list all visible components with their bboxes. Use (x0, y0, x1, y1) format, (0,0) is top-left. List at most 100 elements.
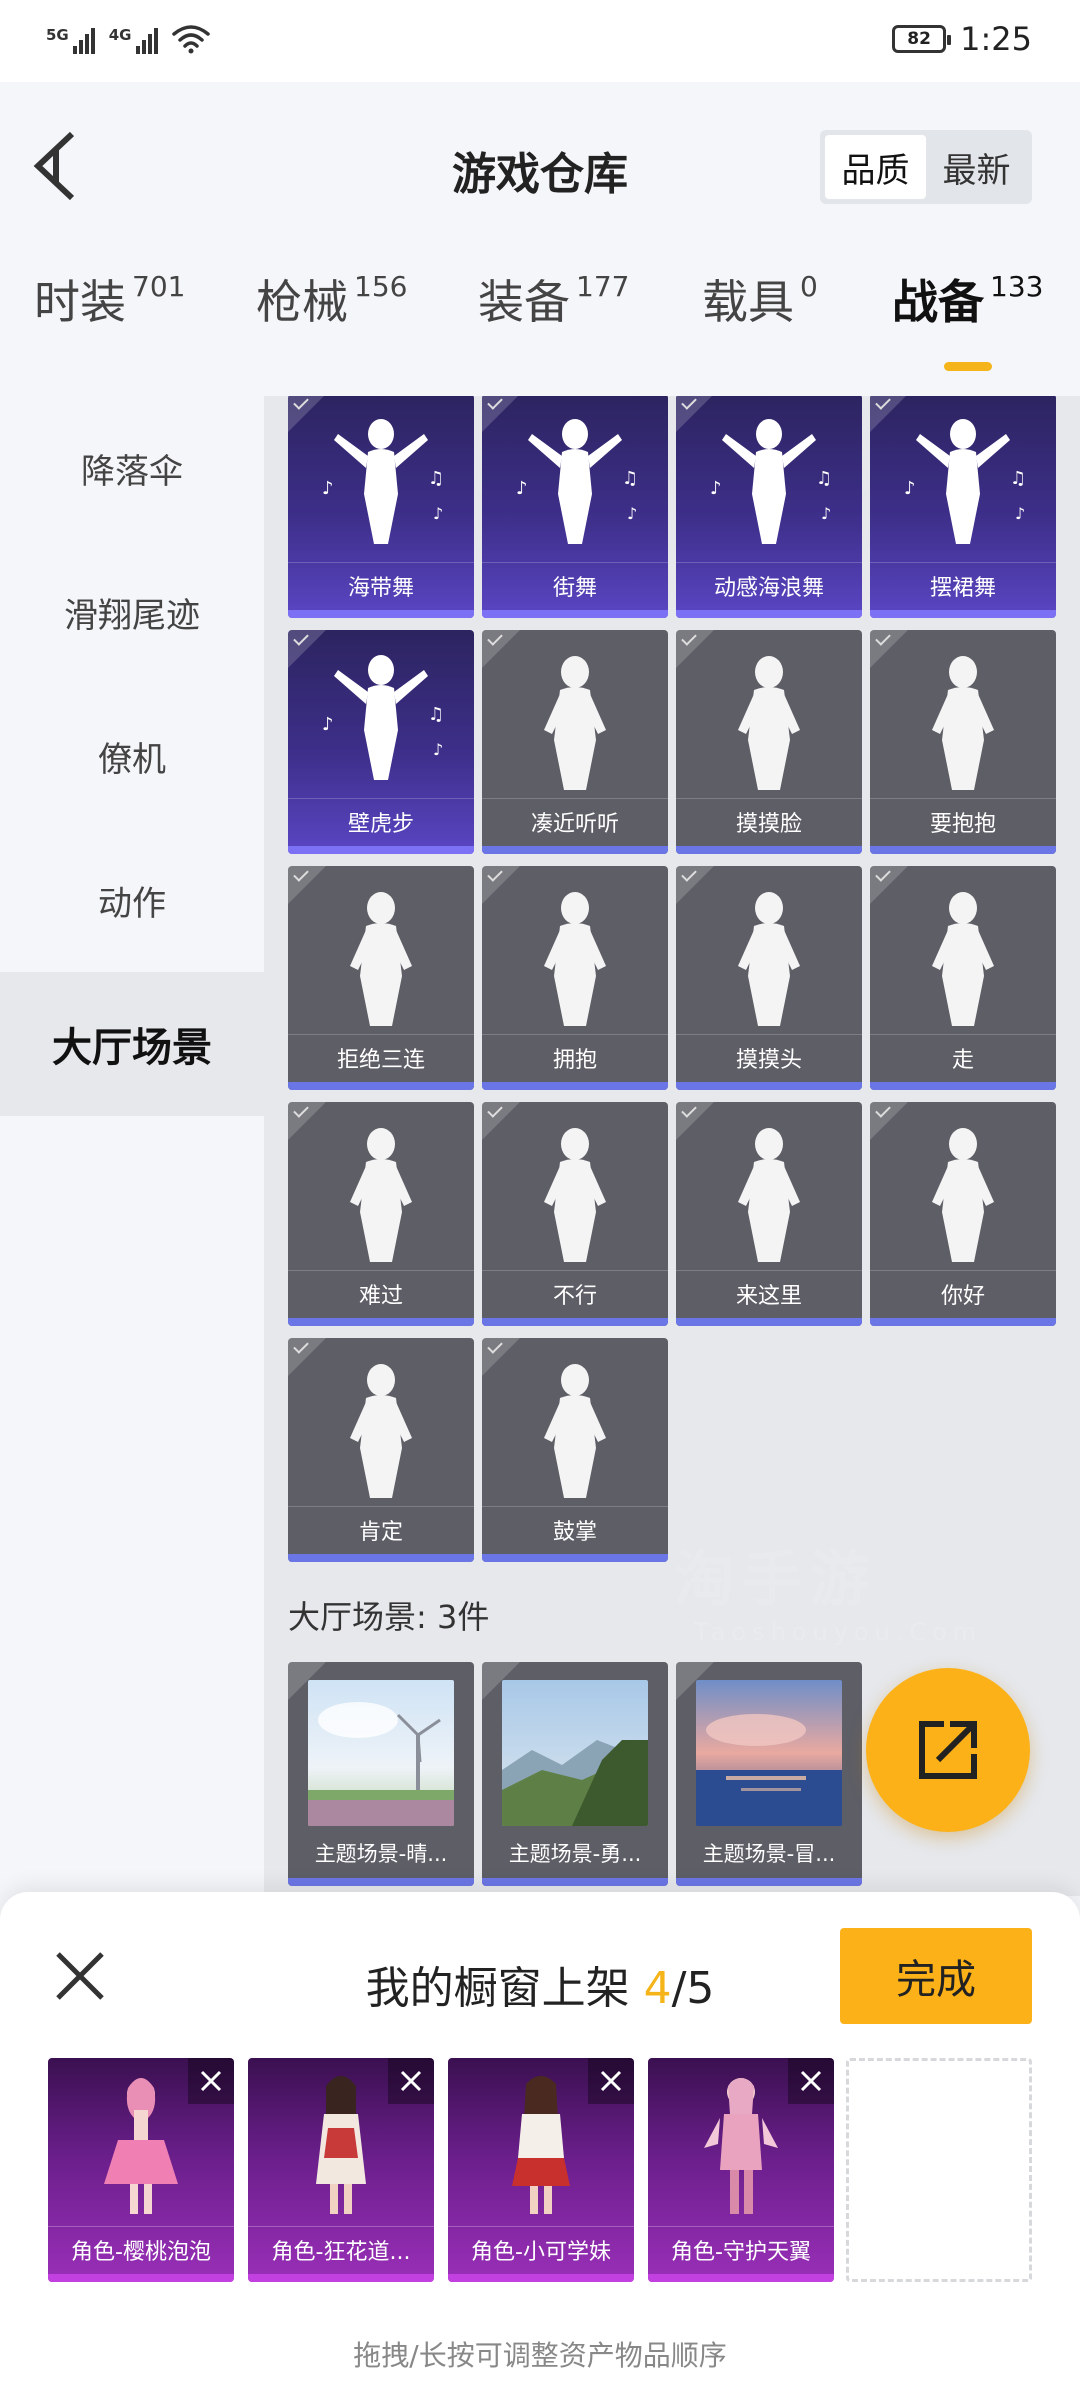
checkmark-icon (288, 1102, 326, 1140)
action-card[interactable]: 来这里 (676, 1102, 862, 1326)
scene-label: 主题场景-勇... (508, 1842, 642, 1866)
svg-text:♫: ♫ (816, 468, 832, 489)
action-label: 街舞 (482, 562, 668, 608)
rarity-bar (288, 846, 474, 854)
scene-card[interactable]: 主题场景-勇... (482, 1662, 668, 1886)
svg-text:♪: ♪ (1015, 504, 1025, 523)
action-card[interactable]: ♪ ♫ ♪ 海带舞 (288, 396, 474, 618)
checkmark-icon (288, 1338, 326, 1376)
rarity-bar (248, 2274, 434, 2282)
scene-mountain-thumbnail (502, 1680, 648, 1826)
action-card[interactable]: 不行 (482, 1102, 668, 1326)
action-card[interactable]: 摸摸头 (676, 866, 862, 1090)
action-label: 摸摸头 (676, 1034, 862, 1080)
empty-showcase-slot[interactable] (846, 2058, 1032, 2282)
tab-label: 战备 (892, 275, 984, 329)
remove-icon[interactable] (388, 2058, 434, 2104)
action-card[interactable]: 走 (870, 866, 1056, 1090)
remove-icon[interactable] (588, 2058, 634, 2104)
checkmark-icon (870, 396, 908, 432)
wifi-icon (171, 25, 210, 54)
sidebar-item-actions[interactable]: 动作 (0, 828, 264, 972)
rarity-bar (648, 2274, 834, 2282)
showcase-slot[interactable]: 角色-樱桃泡泡 (48, 2058, 234, 2282)
showcase-slot[interactable]: 角色-狂花道... (248, 2058, 434, 2282)
svg-text:♪: ♪ (821, 504, 831, 523)
action-card[interactable]: 肯定 (288, 1338, 474, 1562)
rarity-bar (676, 1878, 862, 1886)
checkmark-icon (288, 396, 326, 432)
action-card[interactable]: ♪ ♫ ♪ 街舞 (482, 396, 668, 618)
tab-guns[interactable]: 枪械 156 (256, 272, 407, 332)
sort-newest-button[interactable]: 最新 (926, 135, 1027, 199)
sort-quality-button[interactable]: 品质 (825, 135, 926, 199)
header: 游戏仓库 品质 最新 时装 701 枪械 156 装备 177 载具 0 战备 … (0, 82, 1080, 342)
scene-card[interactable]: 主题场景-冒... (676, 1662, 862, 1886)
scene-card[interactable]: 主题场景-晴... (288, 1662, 474, 1886)
svg-text:♫: ♫ (428, 468, 444, 489)
action-label: 要抱抱 (870, 798, 1056, 844)
tab-fashion[interactable]: 时装 701 (34, 272, 185, 332)
rarity-bar (288, 1318, 474, 1326)
action-card[interactable]: 拒绝三连 (288, 866, 474, 1090)
checkmark-icon (482, 1338, 520, 1376)
checkmark-icon (870, 630, 908, 668)
rarity-bar (870, 846, 1056, 854)
rarity-bar (448, 2274, 634, 2282)
action-card[interactable]: 鼓掌 (482, 1338, 668, 1562)
checkmark-icon (870, 866, 908, 904)
showcase-slot[interactable]: 角色-小可学妹 (448, 2058, 634, 2282)
scene-label: 主题场景-冒... (702, 1842, 836, 1866)
action-label: 拥抱 (482, 1034, 668, 1080)
svg-text:♪: ♪ (433, 504, 443, 523)
svg-text:♪: ♪ (433, 740, 443, 759)
tab-count: 156 (354, 270, 408, 303)
sidebar-item-glide-trail[interactable]: 滑翔尾迹 (0, 540, 264, 684)
checkmark-icon (482, 866, 520, 904)
share-button[interactable] (866, 1668, 1030, 1832)
showcase-total-count: /5 (671, 1963, 715, 2014)
tab-count: 133 (990, 270, 1044, 303)
remove-icon[interactable] (788, 2058, 834, 2104)
checkmark-icon (482, 396, 520, 432)
sidebar-item-lobby-scene[interactable]: 大厅场景 (0, 972, 264, 1116)
checkmark-icon (482, 630, 520, 668)
rarity-bar (482, 846, 668, 854)
tab-count: 177 (576, 270, 630, 303)
action-card[interactable]: ♪ ♫ ♪ 动感海浪舞 (676, 396, 862, 618)
showcase-title-text: 我的橱窗上架 (365, 1963, 644, 2014)
action-card[interactable]: 凑近听听 (482, 630, 668, 854)
svg-text:♪: ♪ (516, 478, 528, 499)
done-button[interactable]: 完成 (840, 1928, 1032, 2024)
rarity-bar (870, 1318, 1056, 1326)
tab-vehicles[interactable]: 载具 0 (702, 272, 818, 332)
svg-text:♫: ♫ (622, 468, 638, 489)
rarity-bar (870, 610, 1056, 618)
action-label: 海带舞 (288, 562, 474, 608)
action-card[interactable]: 拥抱 (482, 866, 668, 1090)
sidebar-item-wingman[interactable]: 僚机 (0, 684, 264, 828)
tab-label: 装备 (478, 275, 570, 329)
tab-gear[interactable]: 战备 133 (892, 272, 1043, 332)
action-card[interactable]: 你好 (870, 1102, 1056, 1326)
action-card[interactable]: ♪ ♫ ♪ 壁虎步 (288, 630, 474, 854)
showcase-slot[interactable]: 角色-守护天翼 (648, 2058, 834, 2282)
tab-count: 701 (132, 270, 186, 303)
action-card[interactable]: 难过 (288, 1102, 474, 1326)
action-card[interactable]: ♪ ♫ ♪ 摆裙舞 (870, 396, 1056, 618)
checkmark-icon (482, 1662, 520, 1700)
slot-label: 角色-守护天翼 (648, 2226, 834, 2272)
sidebar-item-parachute[interactable]: 降落伞 (0, 396, 264, 540)
tab-equipment[interactable]: 装备 177 (478, 272, 629, 332)
action-card[interactable]: 要抱抱 (870, 630, 1056, 854)
remove-icon[interactable] (188, 2058, 234, 2104)
rarity-bar (482, 1318, 668, 1326)
rarity-bar (288, 1554, 474, 1562)
svg-text:♪: ♪ (322, 714, 334, 735)
checkmark-icon (288, 866, 326, 904)
action-card[interactable]: 摸摸脸 (676, 630, 862, 854)
clock: 1:25 (960, 20, 1032, 58)
active-tab-indicator (944, 362, 992, 371)
checkmark-icon (482, 1102, 520, 1140)
action-label: 摸摸脸 (676, 798, 862, 844)
